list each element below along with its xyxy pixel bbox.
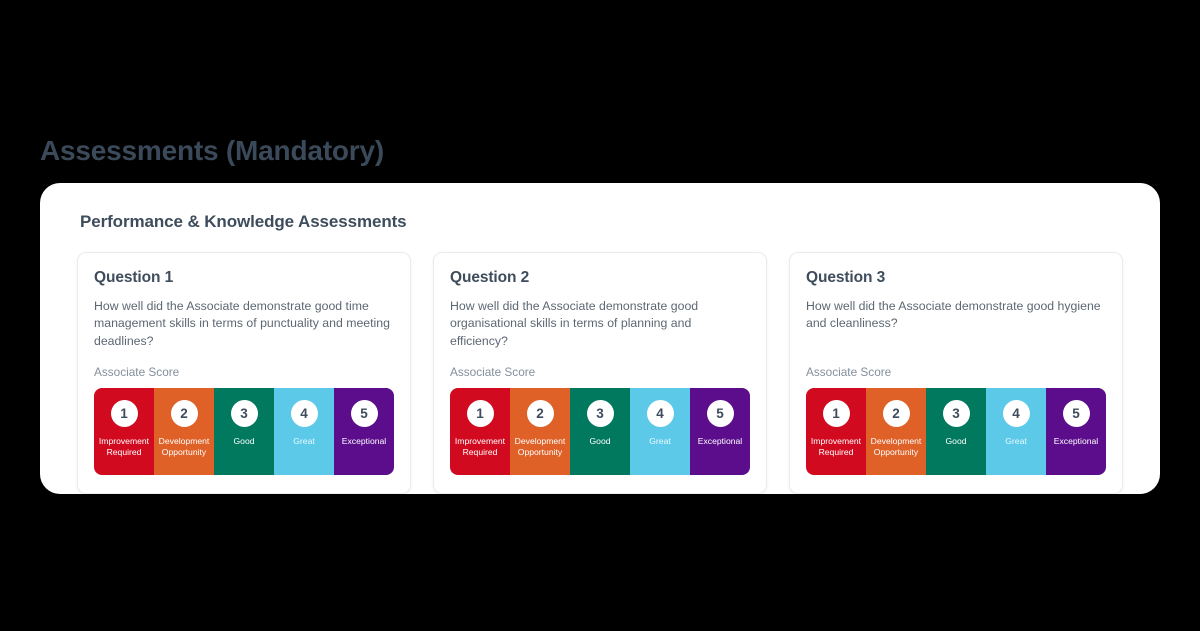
score-number-badge: 3 — [230, 400, 258, 427]
score-number-badge: 5 — [706, 400, 734, 427]
score-option-label: Development Opportunity — [158, 436, 210, 457]
question-title: Question 3 — [806, 269, 886, 286]
associate-score-scale[interactable]: 1 Improvement Required 2 Development Opp… — [806, 388, 1106, 475]
assessments-panel: Performance & Knowledge Assessments Ques… — [40, 183, 1160, 494]
score-option-3[interactable]: 3 Good — [570, 388, 630, 475]
score-option-2[interactable]: 2 Development Opportunity — [510, 388, 570, 475]
score-option-2[interactable]: 2 Development Opportunity — [866, 388, 926, 475]
associate-score-scale[interactable]: 1 Improvement Required 2 Development Opp… — [450, 388, 750, 475]
score-number-badge: 5 — [1062, 400, 1090, 427]
question-text: How well did the Associate demonstrate g… — [806, 299, 1101, 331]
page-title: Assessments (Mandatory) — [40, 135, 384, 166]
question-text: How well did the Associate demonstrate g… — [450, 299, 699, 348]
score-option-label: Development Opportunity — [514, 436, 566, 457]
associate-score-label: Associate Score — [94, 365, 180, 379]
score-number-badge: 2 — [882, 400, 910, 427]
question-card-list: Question 1 How well did the Associate de… — [60, 252, 1140, 494]
associate-score-label: Associate Score — [450, 365, 536, 379]
score-number-badge: 2 — [170, 400, 198, 427]
score-option-label: Improvement Required — [810, 436, 862, 457]
score-number-badge: 4 — [646, 400, 674, 427]
score-option-2[interactable]: 2 Development Opportunity — [154, 388, 214, 475]
score-option-3[interactable]: 3 Good — [214, 388, 274, 475]
question-card: Question 1 How well did the Associate de… — [77, 252, 411, 494]
score-option-4[interactable]: 4 Great — [986, 388, 1046, 475]
score-option-1[interactable]: 1 Improvement Required — [806, 388, 866, 475]
score-number-badge: 3 — [586, 400, 614, 427]
score-option-label: Good — [233, 436, 255, 446]
associate-score-scale[interactable]: 1 Improvement Required 2 Development Opp… — [94, 388, 394, 475]
score-option-label: Improvement Required — [98, 436, 150, 457]
score-option-5[interactable]: 5 Exceptional — [690, 388, 750, 475]
score-option-label: Great — [1005, 436, 1027, 446]
score-option-label: Exceptional — [341, 436, 387, 446]
score-option-label: Good — [945, 436, 967, 446]
score-number-badge: 2 — [526, 400, 554, 427]
question-title: Question 2 — [450, 269, 530, 286]
score-option-label: Improvement Required — [454, 436, 506, 457]
score-number-badge: 1 — [466, 400, 494, 427]
score-option-4[interactable]: 4 Great — [274, 388, 334, 475]
score-option-label: Great — [293, 436, 315, 446]
score-option-1[interactable]: 1 Improvement Required — [94, 388, 154, 475]
question-text: How well did the Associate demonstrate g… — [94, 299, 390, 348]
score-option-1[interactable]: 1 Improvement Required — [450, 388, 510, 475]
associate-score-label: Associate Score — [806, 365, 892, 379]
score-number-badge: 1 — [822, 400, 850, 427]
panel-title: Performance & Knowledge Assessments — [80, 212, 407, 231]
score-option-label: Exceptional — [697, 436, 743, 446]
score-option-5[interactable]: 5 Exceptional — [334, 388, 394, 475]
score-number-badge: 5 — [350, 400, 378, 427]
question-card: Question 2 How well did the Associate de… — [433, 252, 767, 494]
score-number-badge: 1 — [110, 400, 138, 427]
score-number-badge: 3 — [942, 400, 970, 427]
question-title: Question 1 — [94, 269, 174, 286]
score-option-label: Exceptional — [1053, 436, 1099, 446]
score-option-label: Great — [649, 436, 671, 446]
score-option-4[interactable]: 4 Great — [630, 388, 690, 475]
score-option-label: Good — [589, 436, 611, 446]
score-option-label: Development Opportunity — [870, 436, 922, 457]
score-option-3[interactable]: 3 Good — [926, 388, 986, 475]
score-number-badge: 4 — [290, 400, 318, 427]
question-card: Question 3 How well did the Associate de… — [789, 252, 1123, 494]
score-number-badge: 4 — [1002, 400, 1030, 427]
score-option-5[interactable]: 5 Exceptional — [1046, 388, 1106, 475]
assessments-page: Assessments (Mandatory) Performance & Kn… — [0, 0, 1200, 631]
